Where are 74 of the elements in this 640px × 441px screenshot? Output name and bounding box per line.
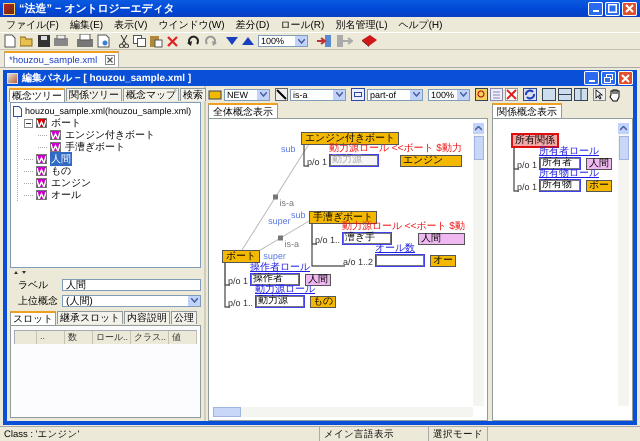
- link-label: super: [268, 216, 291, 226]
- tree-item[interactable]: エンジン: [50, 176, 92, 190]
- field-label: ラベル: [17, 278, 49, 292]
- tree-root[interactable]: houzou_sample.xml(houzou_sample.xml): [25, 106, 192, 116]
- menu-item[interactable]: ウインドウ(W): [158, 18, 225, 31]
- label-field[interactable]: 人間: [62, 278, 201, 290]
- column-header[interactable]: クラス..: [131, 331, 169, 344]
- super-concept-dropdown[interactable]: (人間): [62, 294, 201, 306]
- tab[interactable]: スロット: [10, 311, 56, 325]
- cardinality-label: p/o 1: [517, 160, 538, 170]
- class-node[interactable]: オー: [430, 255, 456, 267]
- column-header[interactable]: ロール..: [93, 331, 131, 344]
- menu-item[interactable]: ロール(R): [280, 18, 324, 31]
- tree-item[interactable]: 人間: [50, 152, 72, 166]
- tree-item[interactable]: ボート: [50, 116, 82, 130]
- tab[interactable]: 概念ツリー: [9, 88, 65, 102]
- menu-item[interactable]: 表示(V): [114, 18, 148, 31]
- relation-type-dropdown[interactable]: part-of: [367, 88, 423, 100]
- link-label: super: [263, 251, 286, 262]
- menu-item[interactable]: 編集(E): [70, 18, 104, 31]
- node-type-dropdown[interactable]: NEW: [224, 88, 270, 100]
- tab[interactable]: 継承スロット: [57, 311, 123, 324]
- panel-title: 編集パネル − [ houzou_sample.xml ]: [22, 72, 192, 85]
- field-label: 上位概念: [17, 294, 59, 308]
- column-header[interactable]: 数: [65, 331, 93, 344]
- role-label: 動力源ロール: [255, 285, 316, 295]
- view-tab[interactable]: 全体概念表示: [208, 103, 278, 118]
- role-label: 所有物ロール: [539, 169, 600, 179]
- zoom-dropdown[interactable]: 100%: [258, 35, 308, 47]
- column-header[interactable]: ..: [37, 331, 65, 344]
- concept-node[interactable]: ボート: [222, 250, 260, 263]
- class-node[interactable]: 人間: [586, 158, 612, 170]
- role-label: 所有者ロール: [539, 147, 600, 157]
- link-label: sub: [281, 144, 296, 154]
- status-text: メイン言語表示: [320, 427, 429, 441]
- tab[interactable]: 公理: [171, 311, 197, 324]
- tree-item[interactable]: 手漕ぎボート: [64, 140, 126, 154]
- cardinality-label: p/o 1..: [315, 235, 342, 245]
- menu-item[interactable]: 差分(D): [236, 18, 270, 31]
- tab[interactable]: 概念マップ: [123, 88, 179, 101]
- document-tab[interactable]: *houzou_sample.xml: [4, 51, 120, 67]
- status-text: 選択モード: [429, 427, 488, 441]
- status-text: Class : 'エンジン': [0, 427, 320, 441]
- cardinality-label: p/o 1: [517, 182, 538, 192]
- role-label: 動力源ロール <<ボート $動力: [329, 144, 462, 154]
- role-label: オール数: [375, 244, 416, 254]
- cardinality-label: p/o 1: [307, 157, 328, 167]
- tree-item[interactable]: エンジン付きボート: [64, 128, 156, 142]
- class-node[interactable]: エンジン: [400, 155, 462, 167]
- link-label: sub: [291, 210, 306, 220]
- cardinality-label: p/o 1: [228, 276, 250, 286]
- cardinality-label: a/o 1..2: [343, 257, 374, 267]
- tab[interactable]: 関係ツリー: [66, 88, 122, 101]
- class-node[interactable]: 人間: [305, 274, 332, 286]
- view-tab[interactable]: 関係概念表示: [492, 103, 562, 118]
- tree-item[interactable]: もの: [50, 164, 72, 178]
- column-header[interactable]: 値: [169, 331, 197, 344]
- link-label: is-a: [284, 239, 300, 249]
- role-label: 動力源ロール <<ボート $動: [342, 222, 465, 232]
- menu-item[interactable]: ヘルプ(H): [398, 18, 442, 31]
- class-node[interactable]: もの: [310, 296, 336, 308]
- class-node[interactable]: 人間: [418, 233, 465, 245]
- cardinality-label: p/o 1..: [228, 298, 254, 308]
- menu-item[interactable]: ファイル(F): [6, 18, 59, 31]
- tab[interactable]: 検索: [180, 88, 206, 101]
- window-title: “法造” − オントロジーエディタ: [19, 2, 175, 16]
- tab[interactable]: 内容説明: [124, 311, 170, 324]
- role-label: 操作者ロール: [250, 263, 312, 273]
- tree-item[interactable]: オール: [50, 188, 82, 202]
- link-label: is-a: [280, 198, 294, 208]
- menu-item[interactable]: 別名管理(L): [335, 18, 388, 31]
- zoom-dropdown[interactable]: 100%: [428, 88, 470, 100]
- class-node[interactable]: ボー: [586, 180, 612, 192]
- link-type-dropdown[interactable]: is-a: [290, 88, 346, 100]
